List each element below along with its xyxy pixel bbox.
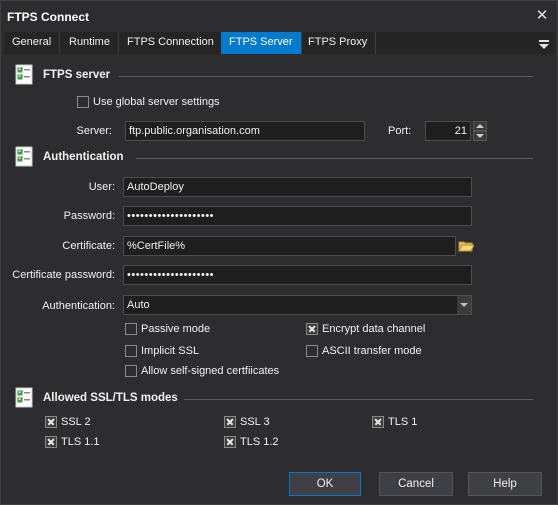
ssl3-label: SSL 3 — [240, 416, 270, 428]
tab-runtime[interactable]: Runtime — [61, 32, 119, 54]
section-divider — [119, 76, 533, 77]
ascii-mode-label: ASCII transfer mode — [322, 345, 422, 357]
certificate-input[interactable]: %CertFile% — [123, 236, 456, 256]
authentication-label: Authentication: — [42, 300, 115, 312]
certificate-password-label: Certificate password: — [12, 269, 115, 281]
tab-bar: General Runtime FTPS Connection FTPS Ser… — [4, 32, 555, 54]
implicit-ssl-label: Implicit SSL — [141, 345, 200, 357]
certificate-password-input[interactable]: •••••••••••••••••••• — [123, 265, 472, 285]
tls11-label: TLS 1.1 — [61, 436, 100, 448]
self-signed-checkbox[interactable] — [125, 365, 137, 377]
tab-ftps-server[interactable]: FTPS Server — [221, 32, 302, 54]
user-input[interactable]: AutoDeploy — [123, 177, 472, 197]
certificate-label: Certificate: — [62, 240, 115, 252]
use-global-checkbox[interactable] — [77, 96, 89, 108]
section-divider — [136, 158, 533, 159]
ftps-server-section-title: FTPS server — [43, 69, 111, 81]
user-label: User: — [88, 181, 115, 193]
ok-button[interactable]: OK — [289, 472, 361, 496]
folder-open-icon[interactable] — [458, 238, 474, 254]
dialog-window: FTPS Connect ✕ General Runtime FTPS Conn… — [0, 0, 558, 505]
chevron-down-icon[interactable] — [457, 296, 471, 314]
server-input[interactable]: ftp.public.organisation.com — [125, 121, 365, 141]
encrypt-data-label: Encrypt data channel — [322, 323, 426, 335]
tls1-label: TLS 1 — [388, 416, 418, 428]
authentication-select[interactable]: Auto — [123, 295, 472, 315]
section-divider — [184, 399, 533, 400]
settings-sheet-icon — [15, 146, 33, 167]
implicit-ssl-checkbox[interactable] — [125, 345, 137, 357]
ssl-modes-section-title: Allowed SSL/TLS modes — [43, 392, 178, 404]
port-label: Port: — [388, 125, 412, 137]
passive-mode-label: Passive mode — [141, 323, 211, 335]
tls12-label: TLS 1.2 — [240, 436, 279, 448]
tls1-checkbox[interactable] — [372, 416, 384, 428]
tls12-checkbox[interactable] — [224, 436, 236, 448]
settings-sheet-icon — [15, 64, 33, 85]
port-up-arrow-icon[interactable] — [473, 121, 487, 131]
tab-general[interactable]: General — [4, 32, 61, 54]
passive-mode-checkbox[interactable] — [125, 323, 137, 335]
tab-overflow-menu-icon[interactable] — [537, 35, 551, 51]
port-input[interactable]: 21 — [425, 121, 471, 141]
port-stepper[interactable] — [473, 121, 487, 141]
title-bar: FTPS Connect ✕ — [1, 1, 557, 31]
help-button[interactable]: Help — [468, 472, 542, 496]
ascii-mode-checkbox[interactable] — [306, 345, 318, 357]
window-title: FTPS Connect — [7, 10, 90, 24]
ssl2-label: SSL 2 — [61, 416, 91, 428]
tls11-checkbox[interactable] — [45, 436, 57, 448]
password-input[interactable]: •••••••••••••••••••• — [123, 206, 472, 226]
ssl2-checkbox[interactable] — [45, 416, 57, 428]
port-down-arrow-icon[interactable] — [473, 131, 487, 141]
cancel-button[interactable]: Cancel — [379, 472, 453, 496]
ssl3-checkbox[interactable] — [224, 416, 236, 428]
server-label: Server: — [76, 125, 112, 137]
tab-ftps-proxy[interactable]: FTPS Proxy — [300, 32, 377, 54]
tab-ftps-connection[interactable]: FTPS Connection — [119, 32, 223, 54]
encrypt-data-checkbox[interactable] — [306, 323, 318, 335]
use-global-label: Use global server settings — [93, 96, 220, 108]
authentication-section-title: Authentication — [43, 151, 124, 163]
password-label: Password: — [63, 210, 115, 222]
self-signed-label: Allow self-signed certfiicates — [141, 365, 280, 377]
settings-sheet-icon — [15, 387, 33, 408]
close-icon[interactable]: ✕ — [531, 5, 553, 27]
